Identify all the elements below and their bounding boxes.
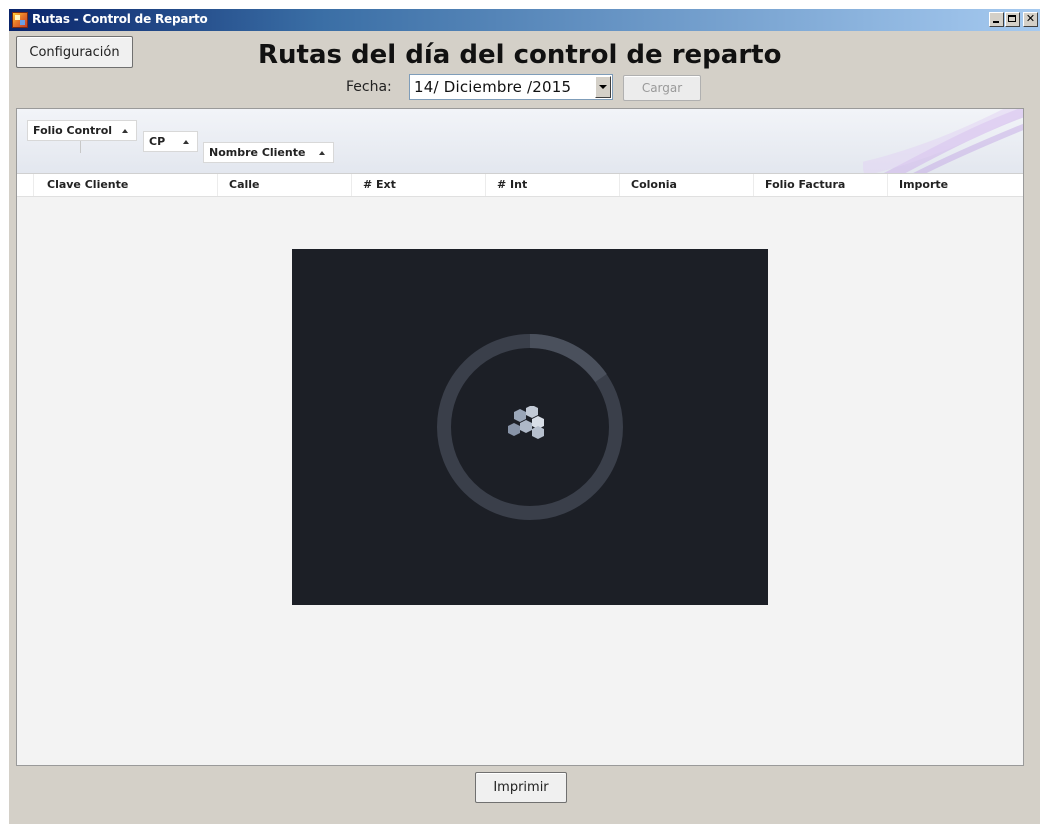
date-value[interactable]: 14/ Diciembre /2015 xyxy=(414,78,571,96)
loading-overlay xyxy=(292,249,768,605)
column-separator[interactable] xyxy=(485,174,486,196)
configuracion-button[interactable]: Configuración xyxy=(16,36,133,68)
group-chip-label: Folio Control xyxy=(33,124,113,137)
column-header-int[interactable]: # Int xyxy=(497,178,527,191)
imprimir-button[interactable]: Imprimir xyxy=(475,772,567,803)
maximize-button[interactable] xyxy=(1005,12,1020,27)
group-chip-cp[interactable]: CP xyxy=(143,131,198,152)
column-header-calle[interactable]: Calle xyxy=(229,178,260,191)
group-by-panel[interactable]: Folio Control CP Nombre Cliente xyxy=(17,109,1023,174)
group-chip-folio-control[interactable]: Folio Control xyxy=(27,120,137,141)
column-separator xyxy=(33,174,34,196)
column-separator[interactable] xyxy=(351,174,352,196)
column-header-importe[interactable]: Importe xyxy=(899,178,948,191)
minimize-button[interactable] xyxy=(989,12,1004,27)
date-picker[interactable]: 14/ Diciembre /2015 xyxy=(409,74,613,100)
app-icon[interactable] xyxy=(12,12,28,28)
window-title: Rutas - Control de Reparto xyxy=(32,12,208,26)
group-chip-label: Nombre Cliente xyxy=(209,146,306,159)
close-button[interactable]: ✕ xyxy=(1023,12,1038,27)
hexagon-cluster-icon xyxy=(508,406,544,439)
column-separator[interactable] xyxy=(619,174,620,196)
column-header-folio-factura[interactable]: Folio Factura xyxy=(765,178,845,191)
sort-ascending-icon[interactable] xyxy=(122,129,128,133)
cargar-button[interactable]: Cargar xyxy=(623,75,701,101)
page-title: Rutas del día del control de reparto xyxy=(258,40,782,70)
column-header-row: Clave Cliente Calle # Ext # Int Colonia … xyxy=(17,174,1023,197)
column-separator[interactable] xyxy=(753,174,754,196)
column-header-clave-cliente[interactable]: Clave Cliente xyxy=(47,178,128,191)
fecha-label: Fecha: xyxy=(346,79,392,95)
sort-ascending-icon[interactable] xyxy=(183,140,189,144)
group-connector xyxy=(80,141,81,153)
decorative-swoosh xyxy=(863,109,1023,173)
group-chip-label: CP xyxy=(149,135,166,148)
group-chip-nombre-cliente[interactable]: Nombre Cliente xyxy=(203,142,334,163)
column-header-colonia[interactable]: Colonia xyxy=(631,178,677,191)
chevron-down-icon[interactable] xyxy=(595,76,611,98)
column-separator[interactable] xyxy=(887,174,888,196)
title-bar[interactable]: Rutas - Control de Reparto ✕ xyxy=(9,9,1040,31)
sort-ascending-icon[interactable] xyxy=(319,151,325,155)
column-header-ext[interactable]: # Ext xyxy=(363,178,396,191)
column-separator[interactable] xyxy=(217,174,218,196)
